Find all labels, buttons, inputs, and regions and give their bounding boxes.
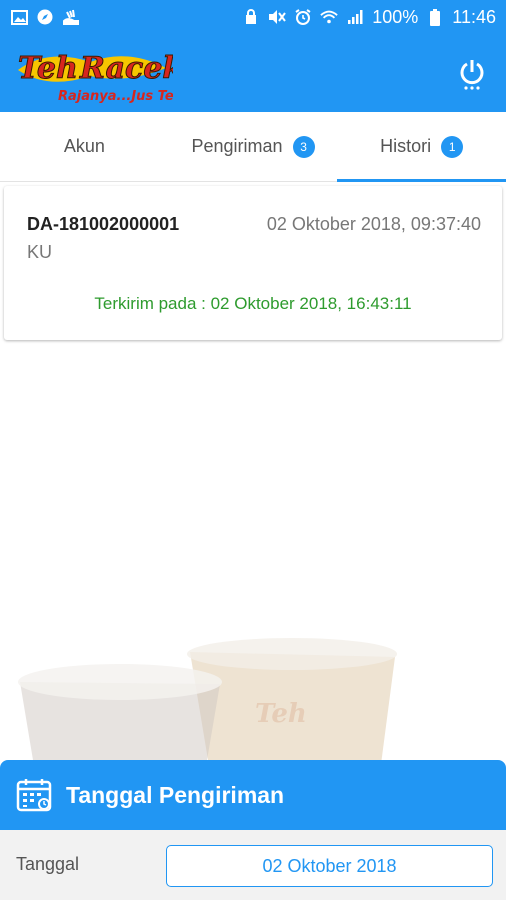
tab-badge: 1 xyxy=(441,135,464,158)
hand-icon xyxy=(62,9,80,25)
lock-icon xyxy=(242,9,260,25)
date-label: Tanggal xyxy=(16,854,80,874)
app-logo: Teh Racek Rajanya...Jus Tea xyxy=(8,40,184,106)
status-bar-left xyxy=(10,9,80,25)
delivery-date-header: Tanggal Pengiriman xyxy=(0,760,506,830)
image-icon xyxy=(10,9,28,25)
tab-label: Pengiriman xyxy=(191,136,283,156)
product-background-image: Teh xyxy=(0,612,506,760)
power-icon xyxy=(460,60,484,90)
history-card[interactable]: DA-181002000001 02 Oktober 2018, 09:37:4… xyxy=(4,186,502,340)
svg-text:Racek: Racek xyxy=(79,51,173,86)
tab-pengiriman[interactable]: Pengiriman 3 xyxy=(169,112,338,181)
power-button[interactable] xyxy=(458,58,486,92)
status-bar-right: 100% 11:46 xyxy=(242,7,496,28)
delivery-code: KU xyxy=(27,242,53,262)
delivery-status: Terkirim pada : 02 Oktober 2018, 16:43:1… xyxy=(94,294,412,313)
delivery-id: DA-181002000001 xyxy=(27,214,180,234)
tab-label: Akun xyxy=(63,136,105,156)
tab-badge: 3 xyxy=(292,135,315,158)
date-picker-field[interactable]: 02 Oktober 2018 xyxy=(166,845,493,887)
battery-icon xyxy=(426,8,444,26)
wifi-icon xyxy=(320,9,338,25)
tab-histori[interactable]: Histori 1 xyxy=(337,112,506,182)
compass-icon xyxy=(36,9,54,25)
svg-text:Rajanya...Jus Tea: Rajanya...Jus Tea xyxy=(58,89,173,104)
app-bar: Teh Racek Rajanya...Jus Tea xyxy=(0,34,506,112)
battery-percent: 100% xyxy=(372,6,419,27)
calendar-icon xyxy=(16,777,52,813)
tab-label: Histori xyxy=(380,136,432,156)
tab-bar: Akun Pengiriman 3 Histori 1 xyxy=(0,112,506,182)
svg-text:Teh: Teh xyxy=(18,51,78,86)
delivery-date-form: Tanggal 02 Oktober 2018 xyxy=(0,830,506,900)
clock: 11:46 xyxy=(452,6,496,27)
date-value: 02 Oktober 2018 xyxy=(262,855,397,876)
delivery-date-title: Tanggal Pengiriman xyxy=(66,781,285,808)
mute-icon xyxy=(268,9,287,25)
alarm-icon xyxy=(294,9,312,25)
status-bar: 100% 11:46 xyxy=(0,0,506,34)
delivery-datetime: 02 Oktober 2018, 09:37:40 xyxy=(266,214,481,234)
svg-text:Teh: Teh xyxy=(255,699,307,729)
history-list: DA-181002000001 02 Oktober 2018, 09:37:4… xyxy=(0,182,506,760)
tab-akun[interactable]: Akun xyxy=(0,112,169,181)
signal-icon xyxy=(346,9,364,25)
